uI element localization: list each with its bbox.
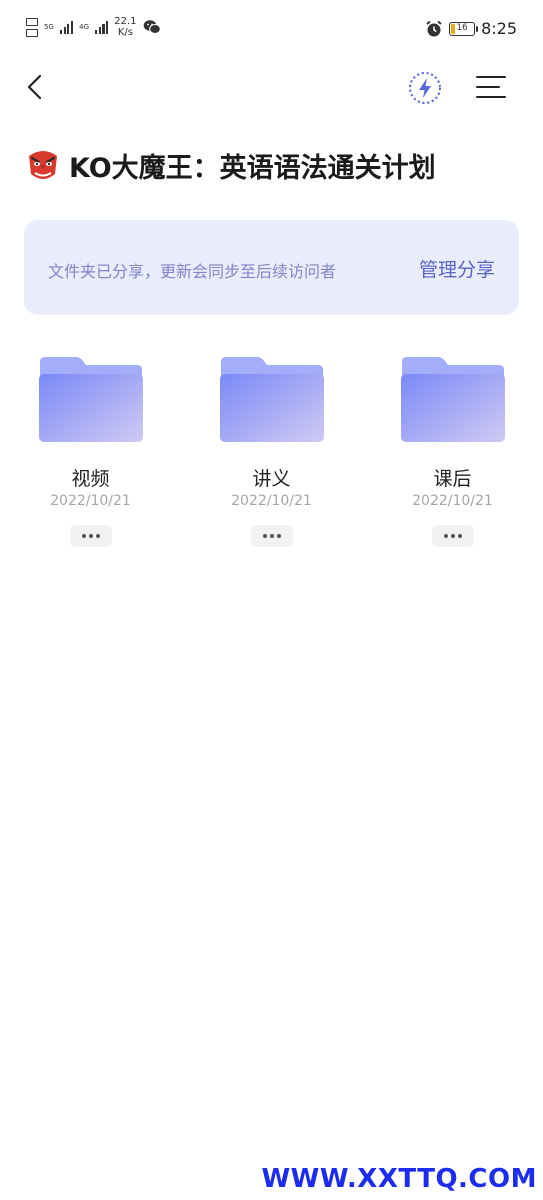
network-speed: 22.1 K/s <box>114 16 136 38</box>
lightning-icon <box>409 72 441 104</box>
watermark: WWW.XXTTQ.COM <box>261 1164 537 1194</box>
share-info-text: 文件夹已分享，更新会同步至后续访问者 <box>48 262 337 281</box>
speed-unit: K/s <box>117 27 133 38</box>
folder-item[interactable]: 视频 2022/10/21 <box>0 350 181 560</box>
flash-transfer-button[interactable] <box>408 71 442 105</box>
network-type-1: 5G <box>44 23 54 31</box>
more-options-button[interactable] <box>431 525 474 547</box>
battery-level: 16 <box>456 22 468 33</box>
network-type-2: 4G <box>79 23 90 31</box>
back-button[interactable] <box>18 70 52 104</box>
signal-icon <box>59 20 74 34</box>
menu-icon <box>476 76 506 98</box>
folder-icon[interactable] <box>219 356 325 444</box>
wechat-icon <box>143 20 161 34</box>
tengu-mask-icon <box>29 150 57 179</box>
folder-date: 2022/10/21 <box>412 493 493 509</box>
signal-icon-2 <box>95 20 109 34</box>
folder-date: 2022/10/21 <box>50 493 131 509</box>
menu-button[interactable] <box>475 72 507 102</box>
status-right: 16 8:25 <box>425 19 517 38</box>
sim-icon <box>26 17 38 37</box>
folder-icon[interactable] <box>400 356 506 444</box>
battery-icon: 16 <box>449 21 479 36</box>
title-row: KO大魔王：英语语法通关计划 <box>25 146 436 185</box>
page-title: KO大魔王：英语语法通关计划 <box>69 153 436 184</box>
more-options-button[interactable] <box>250 525 293 547</box>
alarm-icon <box>426 20 442 36</box>
more-options-button[interactable] <box>69 525 112 547</box>
folder-item[interactable]: 讲义 2022/10/21 <box>181 350 362 560</box>
status-bar: 5G 4G 22.1 K/s 16 8:25 <box>0 0 543 60</box>
speed-value: 22.1 <box>114 16 137 27</box>
status-left: 5G 4G 22.1 K/s <box>26 16 161 38</box>
clock: 8:25 <box>481 19 517 38</box>
folder-icon[interactable] <box>38 356 144 444</box>
folder-name: 讲义 <box>252 468 291 490</box>
manage-share-link[interactable]: 管理分享 <box>419 255 495 282</box>
back-arrow-icon <box>27 74 42 100</box>
folder-item[interactable]: 课后 2022/10/21 <box>362 350 543 560</box>
folder-date: 2022/10/21 <box>231 493 312 509</box>
share-banner: 文件夹已分享，更新会同步至后续访问者 管理分享 <box>24 220 519 315</box>
folder-name: 视频 <box>71 468 110 490</box>
folder-name: 课后 <box>433 468 472 490</box>
